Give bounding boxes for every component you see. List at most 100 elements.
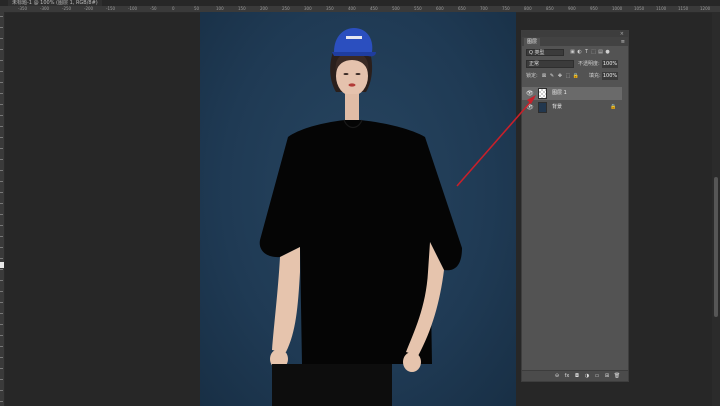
ruler-tick [0, 379, 3, 380]
pixel-filter-icon[interactable]: ▣ [569, 49, 576, 56]
fx-icon[interactable]: fx [562, 372, 572, 380]
type-filter-icon[interactable]: T [583, 49, 590, 56]
delete-layer-icon[interactable]: 🗑 [612, 372, 622, 380]
ruler-tick [0, 302, 3, 303]
ruler-tick-label: 0 [172, 6, 175, 11]
panel-menu-icon[interactable]: ≡ [621, 38, 625, 46]
ruler-tick-label: -50 [150, 6, 157, 11]
ruler-tick-label: -150 [106, 6, 116, 11]
ruler-tick [0, 16, 3, 17]
ruler-tick [0, 357, 3, 358]
ruler-tick [0, 38, 3, 39]
ruler-tick [0, 104, 3, 105]
ruler-tick-label: 800 [524, 6, 532, 11]
vertical-scrollbar[interactable] [712, 12, 720, 406]
ruler-tick-label: 50 [194, 6, 200, 11]
layers-panel-footer: ⊖ fx ◘ ◑ ▭ ⊞ 🗑 [522, 370, 628, 381]
adjustment-filter-icon[interactable]: ◐ [576, 49, 583, 56]
ruler-tick [0, 181, 3, 182]
new-layer-icon[interactable]: ⊞ [602, 372, 612, 380]
ruler-tick [0, 291, 3, 292]
visibility-eye-icon[interactable]: 👁 [526, 90, 534, 97]
ruler-tick [0, 401, 3, 402]
ruler-tick [0, 148, 3, 149]
layer-thumbnail [538, 88, 547, 99]
ruler-tick [0, 269, 3, 270]
link-layers-icon[interactable]: ⊖ [552, 372, 562, 380]
lock-all-icon[interactable]: 🔒 [572, 72, 580, 80]
layers-panel: × 图层 ≡ Q 类型 ▣ ◐ T ⬚ ▤ ● 正常 不透明度: 100% 锁定: ⊠ ✎ ✥… [521, 30, 629, 382]
lock-row: 锁定: ⊠ ✎ ✥ ⬚ 🔒 填充: 100% [522, 71, 628, 81]
ruler-tick [0, 390, 3, 391]
ruler-tick [0, 82, 3, 83]
layer-row-layer1[interactable]: 👁 图层 1 [522, 87, 622, 100]
visibility-eye-icon[interactable]: 👁 [526, 104, 534, 111]
ruler-tick [0, 126, 3, 127]
shape-filter-icon[interactable]: ⬚ [590, 49, 597, 56]
ruler-tick [0, 313, 3, 314]
ruler-tick [0, 159, 3, 160]
ruler-tick-label: 1050 [634, 6, 645, 11]
layer-name[interactable]: 背景 [552, 101, 562, 114]
ruler-tick [0, 280, 3, 281]
ruler-tick-label: 1200 [700, 6, 711, 11]
ruler-tick-label: 1000 [612, 6, 623, 11]
ruler-tick [0, 335, 3, 336]
adjustment-layer-icon[interactable]: ◑ [582, 372, 592, 380]
ruler-tick [0, 225, 3, 226]
lock-icon: 🔒 [610, 104, 617, 110]
ruler-tick [0, 192, 3, 193]
ruler-tick [0, 247, 3, 248]
filter-kind-select[interactable]: Q 类型 [526, 49, 564, 56]
layer-name[interactable]: 图层 1 [552, 87, 567, 100]
ruler-tick [0, 203, 3, 204]
ruler-tick [0, 236, 3, 237]
ruler-tick [0, 93, 3, 94]
fill-label: 填充: [589, 73, 601, 79]
blend-mode-select[interactable]: 正常 [526, 60, 574, 68]
lock-icons: ⊠ ✎ ✥ ⬚ 🔒 [540, 72, 580, 80]
ruler-tick [0, 115, 3, 116]
lock-image-icon[interactable]: ✎ [548, 72, 556, 80]
photo-of-woman [259, 28, 462, 406]
new-group-icon[interactable]: ▭ [592, 372, 602, 380]
add-mask-icon[interactable]: ◘ [572, 372, 582, 380]
ruler-tick-label: 1150 [678, 6, 689, 11]
filter-icons: ▣ ◐ T ⬚ ▤ ● [569, 49, 611, 56]
lock-transparent-icon[interactable]: ⊠ [540, 72, 548, 80]
ruler-tick [0, 346, 3, 347]
ruler-tick [0, 214, 3, 215]
lock-label: 锁定: [526, 73, 538, 79]
lock-artboard-icon[interactable]: ⬚ [564, 72, 572, 80]
ruler-tick-label: -350 [18, 6, 28, 11]
ruler-tick [0, 60, 3, 61]
ruler-tick [0, 258, 3, 259]
layer-row-background[interactable]: 👁 背景 🔒 [522, 101, 622, 114]
filter-toggle-icon[interactable]: ● [604, 49, 611, 56]
ruler-tick [0, 27, 3, 28]
tab-layers[interactable]: 图层 [524, 38, 541, 46]
ruler-tick [0, 49, 3, 50]
opacity-label: 不透明度: [578, 61, 600, 67]
lock-position-icon[interactable]: ✥ [556, 72, 564, 80]
smart-object-filter-icon[interactable]: ▤ [597, 49, 604, 56]
blend-row: 正常 不透明度: 100% [522, 59, 628, 69]
layer-thumbnail [538, 102, 547, 113]
footer-icons: ⊖ fx ◘ ◑ ▭ ⊞ 🗑 [552, 372, 622, 380]
ruler-tick-label: 850 [546, 6, 554, 11]
fill-input[interactable]: 100% [602, 72, 618, 80]
ruler-guide-marker [0, 262, 4, 268]
ruler-tick [0, 368, 3, 369]
ruler-tick [0, 71, 3, 72]
filter-row: Q 类型 ▣ ◐ T ⬚ ▤ ● [522, 47, 628, 57]
vertical-ruler [0, 12, 5, 406]
ruler-tick [0, 137, 3, 138]
ruler-tick [0, 324, 3, 325]
opacity-input[interactable]: 100% [602, 60, 618, 68]
ruler-tick-label: 1100 [656, 6, 667, 11]
ruler-tick-label: -100 [128, 6, 138, 11]
ruler-tick-label: -300 [40, 6, 50, 11]
scrollbar-thumb[interactable] [714, 177, 718, 317]
document-canvas[interactable] [200, 12, 516, 406]
ruler-tick-label: -200 [84, 6, 94, 11]
